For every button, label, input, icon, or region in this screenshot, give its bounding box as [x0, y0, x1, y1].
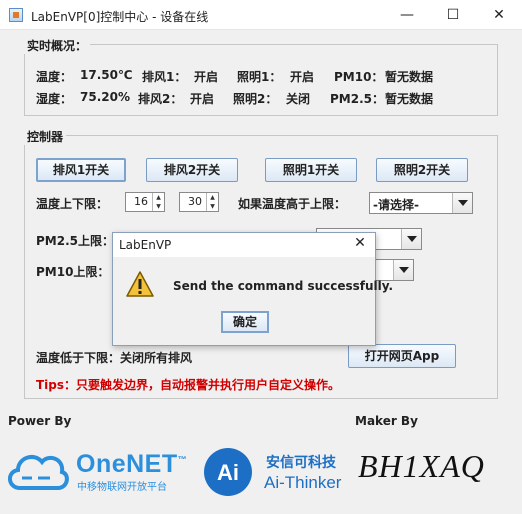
- fan1-value: 开启: [194, 70, 219, 84]
- dialog-message: Send the command successfully.: [173, 279, 394, 293]
- window-title: LabEnVP[0]控制中心 - 设备在线: [31, 10, 209, 24]
- dialog-title-bar: LabEnVP ✕: [113, 233, 375, 257]
- message-dialog: LabEnVP ✕ Send the command successfully.…: [112, 232, 393, 346]
- temp-high-value: 30: [188, 195, 202, 208]
- ok-button[interactable]: 确定: [221, 311, 269, 333]
- power-by-label: Power By: [8, 414, 72, 428]
- light2-value: 关闭: [286, 92, 311, 106]
- warning-icon: [126, 271, 154, 297]
- temp-limit-label: 温度上下限：: [36, 197, 109, 211]
- fan2-toggle-button[interactable]: 排风2开关: [146, 158, 238, 182]
- spinner-up-icon[interactable]: ▲: [153, 193, 164, 202]
- pm10-label: PM10：: [334, 70, 384, 84]
- spinner-down-icon[interactable]: ▼: [153, 202, 164, 211]
- ai-thinker-logo-icon: Ai: [204, 448, 252, 496]
- temp-value: 17.50℃: [80, 68, 133, 82]
- control-panel-title: 控制器: [24, 128, 67, 145]
- maker-by-label: Maker By: [355, 414, 418, 428]
- above-limit-select-value: -请选择-: [373, 198, 419, 212]
- open-web-app-button[interactable]: 打开网页App: [348, 344, 456, 368]
- above-limit-label: 如果温度高于上限：: [238, 197, 347, 211]
- chevron-down-icon[interactable]: [401, 229, 421, 249]
- temp-label: 温度：: [36, 70, 73, 84]
- chevron-down-icon[interactable]: [393, 260, 413, 280]
- maximize-button[interactable]: ☐: [430, 0, 476, 30]
- status-panel-title: 实时概况：: [24, 37, 91, 54]
- temp-low-spinner[interactable]: 16 ▲ ▼: [125, 192, 165, 212]
- below-limit-label: 温度低于下限：关闭所有排风: [36, 351, 193, 365]
- onenet-subtitle: 中移物联网开放平台: [77, 482, 167, 493]
- title-bar: LabEnVP[0]控制中心 - 设备在线 — ☐ ✕: [0, 0, 522, 30]
- minimize-button[interactable]: —: [384, 0, 430, 30]
- svg-text:Ai: Ai: [217, 460, 239, 485]
- light1-label: 照明1：: [237, 70, 282, 84]
- pm25-limit-label: PM2.5上限：: [36, 234, 114, 248]
- close-button[interactable]: ✕: [476, 0, 522, 30]
- fan1-label: 排风1：: [142, 70, 187, 84]
- ai-thinker-subtitle: Ai-Thinker: [264, 473, 342, 492]
- humid-label: 湿度：: [36, 92, 73, 106]
- pm25-value: 暂无数据: [385, 92, 434, 106]
- light2-toggle-button[interactable]: 照明2开关: [376, 158, 468, 182]
- temp-high-spinner[interactable]: 30 ▲ ▼: [179, 192, 219, 212]
- fan1-toggle-button[interactable]: 排风1开关: [36, 158, 126, 182]
- light1-value: 开启: [290, 70, 315, 84]
- chevron-down-icon[interactable]: [452, 193, 472, 213]
- spinner-down-icon[interactable]: ▼: [207, 202, 218, 211]
- pm25-label: PM2.5：: [330, 92, 384, 106]
- temp-low-value: 16: [134, 195, 148, 208]
- java-app-icon: [9, 8, 23, 22]
- fan2-value: 开启: [190, 92, 215, 106]
- spinner-up-icon[interactable]: ▲: [207, 193, 218, 202]
- ai-thinker-name: 安信可科技: [266, 455, 336, 471]
- humid-value: 75.20%: [80, 90, 130, 104]
- fan2-label: 排风2：: [138, 92, 183, 106]
- onenet-cloud-icon: [8, 454, 69, 490]
- pm10-value: 暂无数据: [385, 70, 434, 84]
- light1-toggle-button[interactable]: 照明1开关: [265, 158, 357, 182]
- onenet-logo-text: OneNET™: [76, 450, 188, 478]
- pm10-limit-label: PM10上限：: [36, 265, 110, 279]
- dialog-close-icon[interactable]: ✕: [351, 235, 369, 251]
- dialog-title: LabEnVP: [119, 238, 172, 252]
- light2-label: 照明2：: [233, 92, 278, 106]
- above-limit-select[interactable]: -请选择-: [369, 192, 473, 214]
- maker-logo: BH1XAQ: [358, 448, 485, 484]
- tips-text: Tips：只要触发边界，自动报警并执行用户自定义操作。: [36, 378, 341, 392]
